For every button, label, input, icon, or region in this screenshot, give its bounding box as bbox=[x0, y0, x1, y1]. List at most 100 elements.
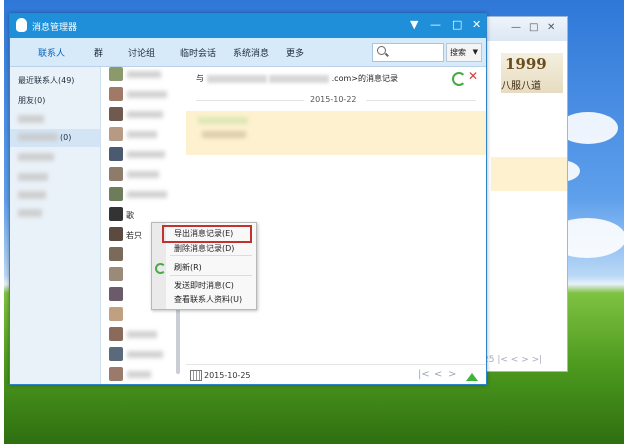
menu-item-export-records[interactable]: 导出消息记录(E) bbox=[162, 225, 252, 243]
chevron-down-icon: ▼ bbox=[472, 48, 478, 56]
window-title: 消息管理器 bbox=[32, 23, 78, 33]
advert-banner[interactable]: 1999 八服八道 bbox=[501, 53, 563, 93]
title-bar[interactable]: 消息管理器 ▼ — □ ✕ bbox=[10, 14, 486, 38]
divider-date: 2015-10-22 bbox=[310, 95, 357, 104]
blurred-group-name bbox=[18, 115, 44, 123]
avatar[interactable] bbox=[109, 367, 123, 381]
blurred-contact-name bbox=[127, 171, 159, 178]
menu-separator bbox=[170, 255, 252, 256]
message-item[interactable] bbox=[186, 111, 486, 155]
avatar[interactable] bbox=[109, 107, 123, 121]
avatar[interactable] bbox=[109, 187, 123, 201]
group-recent-contacts[interactable]: 最近联系人(49) bbox=[18, 75, 74, 86]
search-button[interactable]: 搜索 ▼ bbox=[446, 43, 482, 62]
search-icon bbox=[377, 46, 386, 55]
menu-item-send-message[interactable]: 发送即时消息(C) bbox=[174, 280, 234, 291]
background-highlight-row bbox=[491, 157, 567, 191]
blurred-contact-name bbox=[127, 151, 165, 158]
contact-name: 若只 bbox=[126, 231, 142, 240]
avatar[interactable] bbox=[109, 87, 123, 101]
menu-separator bbox=[170, 275, 252, 276]
avatar[interactable] bbox=[109, 327, 123, 341]
maximize-icon[interactable]: □ bbox=[529, 22, 538, 33]
blurred-contact-name bbox=[127, 131, 157, 138]
avatar[interactable] bbox=[109, 307, 123, 321]
tab-temp-chat[interactable]: 临时会话 bbox=[180, 46, 216, 59]
blurred-group-name bbox=[18, 133, 58, 141]
contact-scrollbar[interactable] bbox=[176, 304, 180, 374]
tab-groups[interactable]: 群 bbox=[94, 46, 103, 59]
tab-more[interactable]: 更多 bbox=[286, 46, 304, 59]
tab-contacts[interactable]: 联系人 bbox=[38, 46, 65, 59]
pager-prev-icon[interactable]: < bbox=[511, 355, 519, 365]
avatar[interactable] bbox=[109, 247, 123, 261]
group-list: 最近联系人(49) 朋友(0) (0) bbox=[10, 67, 101, 384]
menu-item-delete-records[interactable]: 删除消息记录(D) bbox=[174, 243, 234, 254]
advert-text: 八服八道 bbox=[501, 81, 541, 92]
pager-prev-icon[interactable]: < bbox=[434, 369, 442, 380]
contact-name: 歌 bbox=[126, 211, 134, 220]
menu-dropdown-icon[interactable]: ▼ bbox=[410, 18, 418, 31]
avatar[interactable] bbox=[109, 147, 123, 161]
footer-date: 2015-10-25 bbox=[204, 371, 251, 380]
menu-item-refresh[interactable]: 刷新(R) bbox=[174, 262, 202, 273]
left-frame bbox=[0, 0, 4, 444]
pager-last-icon[interactable]: >| bbox=[532, 355, 543, 365]
avatar[interactable] bbox=[109, 207, 123, 221]
blurred-account bbox=[206, 74, 267, 83]
maximize-icon[interactable]: □ bbox=[452, 18, 462, 31]
divider-line bbox=[196, 100, 304, 101]
message-record-header: 与 .com>的消息记录 bbox=[196, 73, 398, 84]
blurred-contact-name bbox=[127, 371, 151, 378]
message-manager-window: 消息管理器 ▼ — □ ✕ 联系人 群 讨论组 临时会话 系统消息 更多 搜索 … bbox=[9, 13, 487, 385]
pager-first-icon[interactable]: |< bbox=[497, 355, 508, 365]
group-selected-label: (0) bbox=[60, 133, 72, 142]
close-icon[interactable]: ✕ bbox=[547, 22, 555, 33]
blurred-group-name bbox=[18, 153, 54, 161]
pager-next-icon[interactable]: > bbox=[448, 369, 456, 380]
header-suffix: .com>的消息记录 bbox=[331, 74, 398, 83]
qq-penguin-icon bbox=[16, 18, 27, 32]
refresh-icon[interactable] bbox=[452, 72, 466, 86]
tab-discussion[interactable]: 讨论组 bbox=[128, 46, 155, 59]
blurred-contact-name bbox=[127, 191, 167, 198]
minimize-icon[interactable]: — bbox=[430, 18, 441, 31]
menu-item-view-profile[interactable]: 查看联系人资料(U) bbox=[174, 294, 242, 305]
date-divider: 2015-10-22 bbox=[186, 93, 486, 107]
minimize-icon[interactable]: — bbox=[511, 22, 521, 33]
blurred-contact-name bbox=[127, 351, 163, 358]
pager-first-icon[interactable]: |< bbox=[418, 369, 430, 380]
search-button-label: 搜索 bbox=[450, 48, 466, 57]
avatar[interactable] bbox=[109, 347, 123, 361]
advert-number: 1999 bbox=[505, 55, 547, 73]
close-icon[interactable]: ✕ bbox=[472, 18, 481, 31]
tab-system-messages[interactable]: 系统消息 bbox=[233, 46, 269, 59]
resize-grip-icon[interactable] bbox=[466, 373, 478, 381]
refresh-icon bbox=[155, 263, 166, 274]
blurred-group-name bbox=[18, 173, 48, 181]
blurred-contact-name bbox=[127, 331, 157, 338]
avatar[interactable] bbox=[109, 127, 123, 141]
blurred-message bbox=[202, 131, 246, 138]
header-prefix: 与 bbox=[196, 74, 204, 83]
pager-next-icon[interactable]: > bbox=[521, 355, 529, 365]
blurred-account bbox=[269, 74, 330, 83]
nav-bar: 联系人 群 讨论组 临时会话 系统消息 更多 搜索 ▼ bbox=[10, 38, 486, 67]
blurred-contact-name bbox=[127, 71, 161, 78]
avatar[interactable] bbox=[109, 267, 123, 281]
avatar[interactable] bbox=[109, 167, 123, 181]
delete-icon[interactable]: ✕ bbox=[468, 69, 478, 83]
blurred-group-name bbox=[18, 209, 42, 217]
avatar[interactable] bbox=[109, 287, 123, 301]
background-pager: 25 |< < > >| bbox=[483, 355, 542, 365]
blurred-group-name bbox=[18, 191, 46, 199]
blurred-contact-name bbox=[127, 111, 163, 118]
search-input[interactable] bbox=[372, 43, 444, 62]
divider-line bbox=[366, 100, 476, 101]
context-menu: 导出消息记录(E) 删除消息记录(D) 刷新(R) 发送即时消息(C) 查看联系… bbox=[151, 222, 257, 310]
avatar[interactable] bbox=[109, 67, 123, 81]
group-friends[interactable]: 朋友(0) bbox=[18, 95, 45, 106]
avatar[interactable] bbox=[109, 227, 123, 241]
message-footer: 2015-10-25 |< < > bbox=[186, 364, 486, 385]
calendar-icon[interactable] bbox=[190, 370, 202, 381]
